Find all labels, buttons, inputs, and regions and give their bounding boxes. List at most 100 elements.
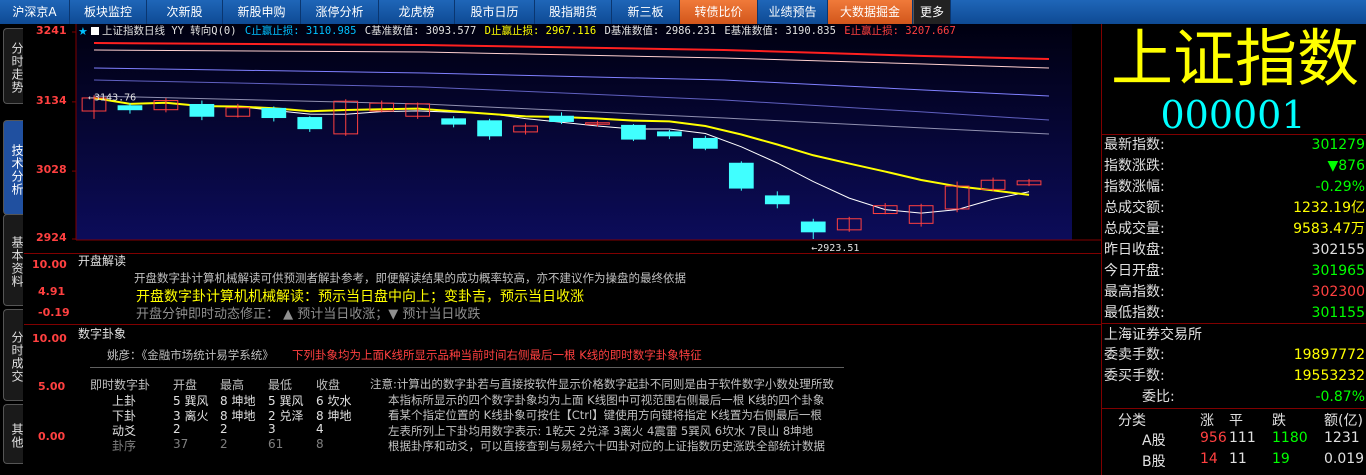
legend-box-icon: [91, 27, 99, 35]
quote-key: 总成交量:: [1104, 221, 1165, 237]
quote-key: 指数涨跌:: [1104, 158, 1165, 174]
order-key: 委买手数:: [1104, 368, 1165, 384]
order-row-2: 委比: -0.87%: [1102, 387, 1366, 408]
hex-note-0: 注意:计算出的数字卦若与直接按软件显示价格数字起卦不同则是由于软件数字小数处理所…: [370, 377, 834, 391]
order-value: 19553232: [1293, 368, 1365, 384]
quote-value: 302300: [1311, 284, 1365, 300]
nav-tab-0[interactable]: 沪深京A: [0, 0, 70, 24]
star-icon: ★: [78, 25, 88, 38]
candle-body-6: [297, 117, 323, 130]
breadth-header-2: 平: [1229, 413, 1243, 429]
candle-body-18: [728, 162, 754, 189]
panel2-rule: [90, 367, 844, 368]
candle-body-3: [189, 103, 215, 117]
quote-value: 301965: [1311, 263, 1365, 279]
panel2-title: 数字卦象: [78, 327, 127, 341]
nav-tab-9[interactable]: 转债比价: [680, 0, 758, 24]
hex-header-0: 即时数字卦: [90, 378, 151, 392]
p1-tick-1: 4.91: [38, 285, 66, 298]
p1-tick-2: -0.19: [38, 306, 70, 319]
hex-header-4: 收盘: [316, 378, 341, 392]
quote-key: 最低指数:: [1104, 305, 1165, 321]
breadth-cell-0-0: A股: [1142, 433, 1166, 449]
nav-tab-4[interactable]: 涨停分析: [301, 0, 379, 24]
candle-body-20: [800, 221, 826, 233]
quote-value: 9583.47万: [1293, 221, 1365, 237]
hex-note-2: 看某个指定位置的 K线卦象可按住【Ctrl】键使用方向键将指定 K线置为右侧最后…: [388, 408, 822, 422]
order-key: 委比:: [1142, 389, 1175, 405]
side-tab-4[interactable]: 其他: [3, 404, 24, 464]
side-tab-3[interactable]: 分时成交: [3, 309, 24, 401]
breadth-cell-1-3: 19: [1272, 451, 1290, 467]
side-tab-2[interactable]: 基本资料: [3, 214, 24, 306]
quote-key: 指数涨幅:: [1104, 179, 1165, 195]
order-row-1: 委买手数: 19553232: [1102, 366, 1366, 387]
quote-row-4: 总成交量: 9583.47万: [1102, 219, 1366, 240]
breadth-cell-0-4: 1231: [1324, 430, 1360, 446]
breadth-header-1: 涨: [1200, 413, 1214, 429]
nav-tab-12[interactable]: 更多: [913, 0, 951, 24]
panel2-citation: 姚彦：《金融市场统计易学系统》: [107, 348, 274, 362]
hex-cell-3-4: 8: [316, 437, 324, 451]
quote-row-0: 最新指数: 301279: [1102, 135, 1366, 156]
p2-tick-2: 0.00: [38, 430, 66, 443]
hex-cell-2-2: 2: [220, 422, 228, 436]
p2-tick-0: 10.00: [32, 332, 67, 345]
breadth-header-3: 跌: [1272, 413, 1286, 429]
hex-note-1: 本指标所显示的四个数字卦象均为上面 K线图中可视范围右侧最后一根 K线的四个卦象: [388, 392, 825, 407]
candle-body-11: [477, 120, 502, 137]
quote-row-6: 今日开盘: 301965: [1102, 261, 1366, 282]
legend-e-base: E基准数值: 3190.835: [724, 25, 836, 37]
hex-cell-3-2: 2: [220, 437, 228, 451]
nav-tab-1[interactable]: 板块监控: [70, 0, 147, 24]
legend-d-stop: D止赢止损: 2967.116: [484, 25, 597, 37]
index-code: 000001: [1160, 93, 1306, 137]
quote-row-5: 昨日收盘: 302155: [1102, 240, 1366, 261]
hex-header-3: 最低: [268, 378, 293, 392]
hex-cell-2-3: 3: [268, 422, 276, 436]
candle-body-10: [441, 118, 466, 125]
nav-tab-2[interactable]: 次新股: [147, 0, 223, 24]
panel1-title: 开盘解读: [78, 254, 127, 268]
y-tick-label-2: 3028: [36, 163, 67, 177]
exchange-name: 上海证券交易所: [1104, 327, 1202, 343]
p2-tick-1: 5.00: [38, 380, 66, 393]
hex-header-1: 开盘: [173, 378, 198, 392]
index-name: 上证指数: [1110, 22, 1359, 95]
quote-row-3: 总成交额: 1232.19亿: [1102, 198, 1366, 219]
panel2-citation-note: 下列卦象均为上面K线所显示品种当前时间右侧最后一根 K线的即时数字卦象特征: [292, 348, 702, 362]
y-tick-label-1: 3134: [36, 93, 67, 107]
order-value: -0.87%: [1315, 389, 1365, 405]
quote-value: 301155: [1311, 305, 1365, 321]
quote-key: 总成交额:: [1104, 200, 1165, 216]
chart-legend: 上证指数日线 YY 转向Q(0) C止赢止损: 3110.985 C基准数值: …: [102, 24, 958, 38]
nav-tab-11[interactable]: 大数据掘金: [828, 0, 913, 24]
nav-tab-6[interactable]: 股市日历: [455, 0, 535, 24]
y-tick-label-0: 3241: [36, 24, 67, 37]
panel1-divider: [24, 253, 1101, 254]
nav-tab-3[interactable]: 新股申购: [223, 0, 301, 24]
candle-body-17: [693, 137, 718, 149]
hex-note-3: 左表所列上下卦均用数字表示: 1乾天 2兑泽 3离火 4震雷 5巽风 6坎水 7…: [388, 423, 814, 438]
hex-note-4: 根据卦序和动爻，可以直接查到与易经六十四卦对应的上证指数历史涨跌全部统计数据: [388, 439, 825, 453]
candle-body-19: [764, 195, 790, 205]
quote-row-1: 指数涨跌: ▼876: [1102, 156, 1366, 177]
side-tab-1[interactable]: 技术分析: [3, 120, 24, 215]
hex-header-2: 最高: [220, 378, 245, 392]
nav-tab-10[interactable]: 业绩预告: [758, 0, 828, 24]
side-tab-strip: 分时走势技术分析 基本资料分时成交其他: [0, 24, 24, 475]
kline-chart-svg: ←3143.76←2923.51★: [72, 24, 1101, 254]
nav-tab-7[interactable]: 股指期货: [535, 0, 612, 24]
breadth-header-4: 额(亿): [1324, 413, 1363, 429]
breadth-cell-0-1: 956: [1200, 430, 1227, 446]
legend-e-stop: E止赢止损: 3207.667: [844, 25, 956, 37]
nav-tab-5[interactable]: 龙虎榜: [379, 0, 455, 24]
side-tab-0[interactable]: 分时走势: [3, 28, 24, 104]
kline-chart[interactable]: ←3143.76 ←2923.51 ★ 上证指数日线 YY 转向Q(0) C止赢止损…: [24, 24, 1101, 254]
p1-tick-0: 10.00: [32, 258, 67, 271]
nav-tab-8[interactable]: 新三板: [612, 0, 680, 24]
quote-key: 今日开盘:: [1104, 263, 1165, 279]
panel2-divider: [24, 324, 1101, 325]
top-nav-bar: 沪深京A 板块监控 次新股 新股申购 涨停分析 龙虎榜 股市日历 股指期货 新三板 转债比价 业绩预…: [0, 0, 1366, 24]
panel1-disclaimer: 开盘数字卦计算机械解读可供预测者解卦参考，即便解读结果的成功概率较高，亦不建议作…: [134, 271, 686, 285]
